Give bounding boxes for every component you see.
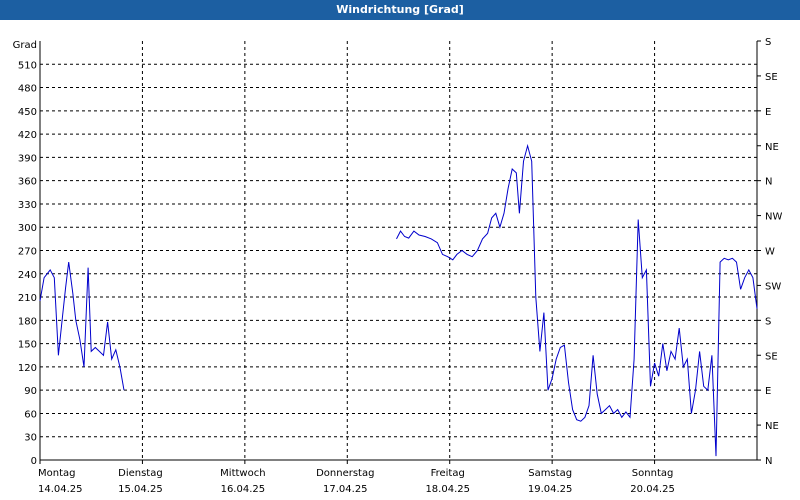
x-tick-day: Dienstag (118, 468, 163, 479)
x-axis: Montag 14.04.25 Dienstag 15.04.25 Mittwoch 16… (38, 460, 675, 495)
x-tick-day: Sonntag (632, 468, 674, 479)
x-tick-day: Samstag (528, 468, 572, 479)
y-tick-label: 210 (18, 293, 37, 304)
y2-tick-label: SW (765, 281, 781, 292)
y-tick-label: 390 (18, 153, 37, 164)
y-tick-label: 90 (24, 386, 37, 397)
y-axis-right: N NE E SE S SW W NW N NE E SE S (757, 37, 782, 467)
series-line (396, 143, 758, 457)
y-tick-label: 480 (18, 84, 37, 95)
y2-tick-label: N (765, 456, 772, 467)
x-tick-date: 19.04.25 (528, 484, 573, 495)
x-tick-date: 18.04.25 (425, 484, 470, 495)
y2-tick-label: NE (765, 421, 779, 432)
x-tick-date: 17.04.25 (323, 484, 368, 495)
y2-tick-label: S (765, 316, 771, 327)
y2-tick-label: S (765, 37, 771, 48)
x-tick-date: 15.04.25 (118, 484, 163, 495)
y-tick-label: 60 (24, 409, 37, 420)
y-tick-label: 420 (18, 130, 37, 141)
wind-direction-chart: Grad 0 30 60 90 120 150 180 210 240 270 300 330 360 39… (13, 37, 783, 495)
x-tick-date: 16.04.25 (221, 484, 266, 495)
y2-tick-label: NE (765, 142, 779, 153)
x-tick-day: Donnerstag (316, 468, 374, 479)
y-tick-label: 0 (31, 456, 37, 467)
y-tick-label: 360 (18, 177, 37, 188)
series-line (39, 262, 125, 391)
y-tick-label: 30 (24, 433, 37, 444)
y-tick-label: 240 (18, 270, 37, 281)
y-tick-label: 510 (18, 60, 37, 71)
y-tick-label: 330 (18, 200, 37, 211)
y2-tick-label: E (765, 107, 771, 118)
x-tick-date: 20.04.25 (630, 484, 675, 495)
y2-tick-label: NW (765, 212, 782, 223)
y2-tick-label: N (765, 177, 772, 188)
x-tick-date: 14.04.25 (38, 484, 83, 495)
series-lines (39, 143, 758, 457)
y-tick-label: 300 (18, 223, 37, 234)
x-tick-day: Freitag (431, 468, 465, 479)
y2-tick-label: SE (765, 351, 778, 362)
axes (39, 41, 758, 461)
grid-lines (40, 41, 757, 460)
y-tick-label: 180 (18, 316, 37, 327)
y2-tick-label: SE (765, 72, 778, 83)
chart-area: Grad 0 30 60 90 120 150 180 210 240 270 300 330 360 39… (0, 20, 800, 500)
y-tick-label: 270 (18, 247, 37, 258)
y2-tick-label: W (765, 247, 775, 258)
y-tick-label: 450 (18, 107, 37, 118)
chart-title: Windrichtung [Grad] (0, 0, 800, 20)
y-axis-title: Grad (13, 40, 37, 51)
y2-tick-label: E (765, 386, 771, 397)
x-tick-day: Montag (38, 468, 75, 479)
y-tick-label: 120 (18, 363, 37, 374)
y-axis-left: Grad 0 30 60 90 120 150 180 210 240 270 300 330 360 39… (13, 40, 37, 467)
y-tick-label: 150 (18, 340, 37, 351)
x-tick-day: Mittwoch (220, 468, 265, 479)
